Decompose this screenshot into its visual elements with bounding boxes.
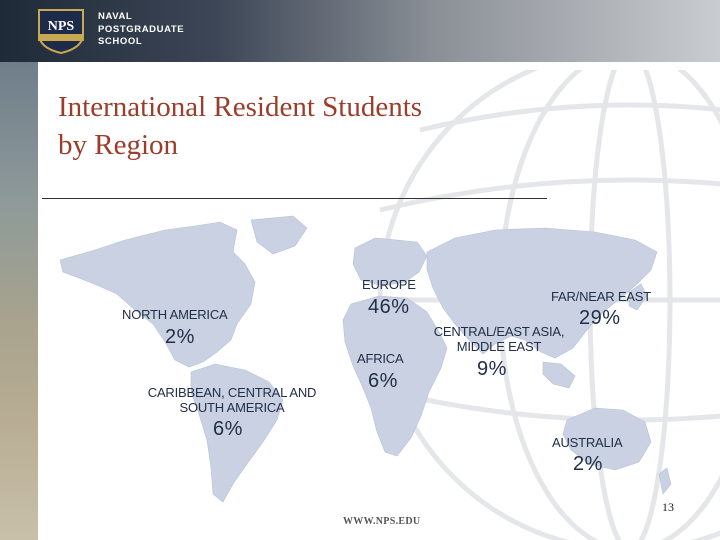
australia-label: AUSTRALIA — [552, 435, 623, 450]
slide-title: International Resident Students by Regio… — [58, 88, 558, 164]
nps-seal-logo: NPS — [38, 9, 84, 54]
far-near-east-label: FAR/NEAR EAST — [551, 289, 651, 304]
caribbean-label-line-1: CARIBBEAN, CENTRAL AND — [147, 385, 317, 400]
australia-percent: 2% — [573, 453, 603, 475]
north-america-shape — [59, 221, 256, 368]
europe-percent: 46% — [368, 296, 410, 318]
wordmark-line-school: SCHOOL — [98, 36, 143, 47]
caribbean-label-line-2: SOUTH AMERICA — [179, 400, 285, 415]
north-america-percent: 2% — [165, 326, 195, 348]
school-wordmark: NAVAL POSTGRADUATE SCHOOL — [98, 11, 184, 49]
photo-strip-fade — [38, 62, 52, 540]
seal-text: NPS — [48, 19, 75, 34]
europe-label: EUROPE — [362, 277, 416, 292]
campus-photo-strip — [0, 62, 38, 540]
caribbean-label: CARIBBEAN, CENTRAL AND SOUTH AMERICA — [138, 385, 326, 415]
africa-percent: 6% — [368, 370, 398, 392]
caribbean-percent: 6% — [213, 418, 243, 440]
central-east-asia-label: CENTRAL/EAST ASIA, MIDDLE EAST — [420, 324, 578, 354]
central-east-asia-percent: 9% — [477, 358, 507, 380]
wordmark-line-postgraduate: POSTGRADUATE — [98, 23, 185, 35]
wordmark-line-naval: NAVAL — [98, 11, 133, 22]
header-band: NPS NAVAL POSTGRADUATE SCHOOL — [0, 0, 720, 62]
title-divider — [42, 198, 547, 199]
greenland-shape — [250, 215, 308, 255]
africa-label: AFRICA — [357, 351, 404, 366]
title-line-2: by Region — [58, 129, 179, 161]
southeast-asia-shape — [542, 361, 576, 389]
new-zealand-shape — [658, 467, 672, 495]
north-america-label: NORTH AMERICA — [122, 307, 228, 322]
central-east-asia-label-line-2: MIDDLE EAST — [456, 339, 542, 354]
far-near-east-percent: 29% — [579, 307, 621, 329]
central-east-asia-label-line-1: CENTRAL/EAST ASIA, — [433, 324, 565, 339]
title-line-1: International Resident Students — [58, 91, 423, 123]
page-number: 13 — [662, 500, 674, 514]
footer-url: WWW.NPS.EDU — [343, 516, 421, 527]
